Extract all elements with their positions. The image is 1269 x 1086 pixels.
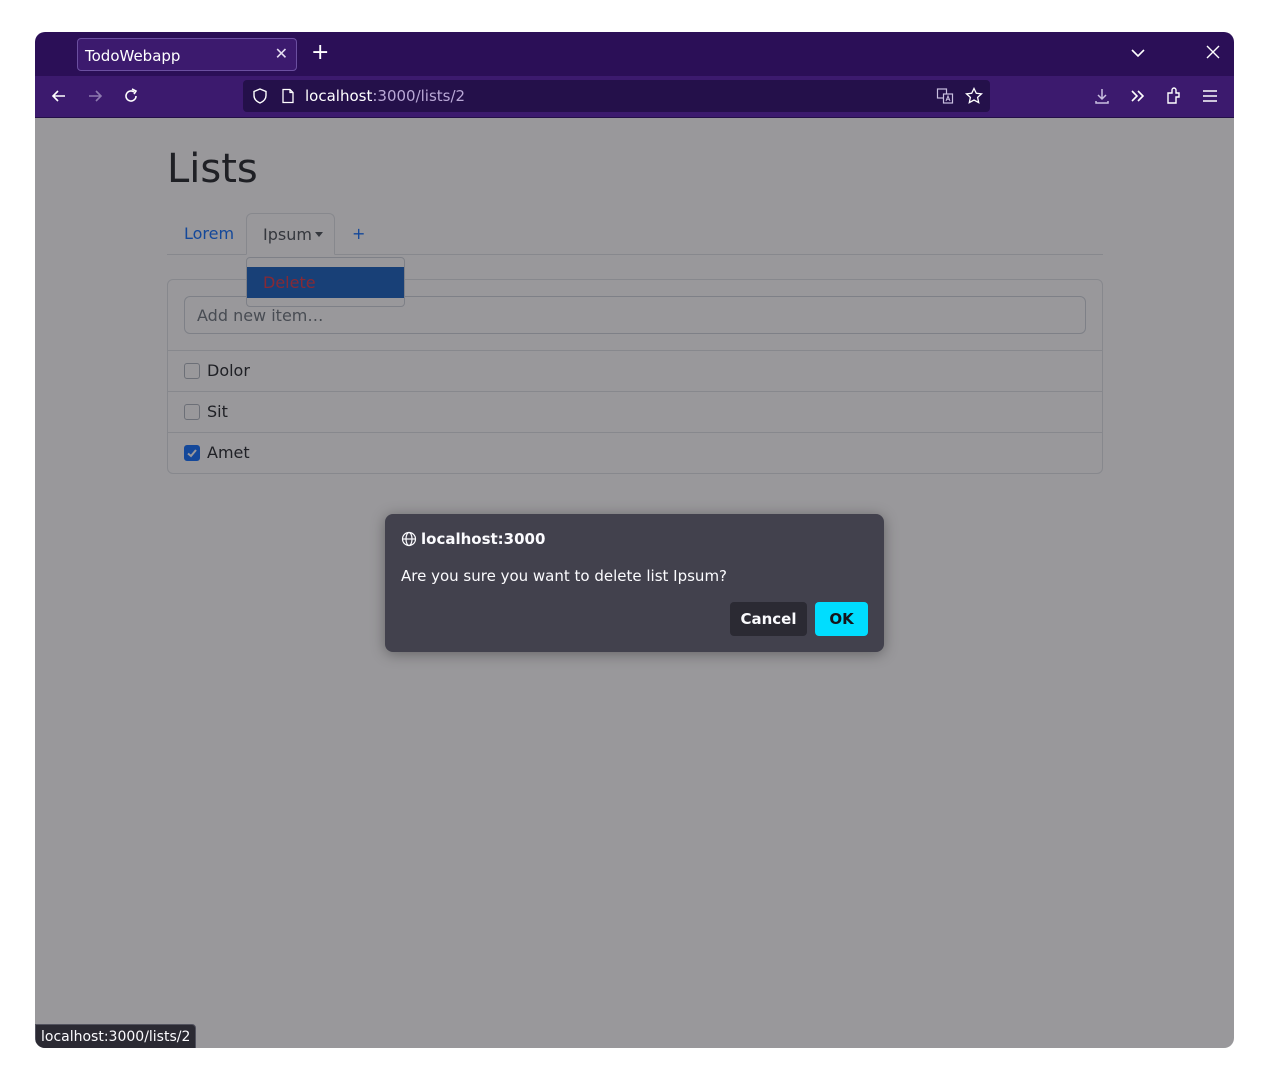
tab-strip: TodoWebapp ✕ + [35, 32, 1234, 76]
shield-icon[interactable] [251, 87, 269, 105]
ok-button[interactable]: OK [815, 602, 868, 636]
close-tab-icon[interactable]: ✕ [275, 44, 288, 63]
reload-icon[interactable] [121, 86, 141, 106]
url-host: localhost [305, 87, 373, 105]
download-icon[interactable] [1092, 86, 1112, 106]
url-bar[interactable]: localhost:3000/lists/2 [243, 80, 990, 112]
hamburger-menu-icon[interactable] [1200, 86, 1220, 106]
url-path: :3000/lists/2 [372, 87, 466, 105]
browser-window: TodoWebapp ✕ + localhost:3000/lists/2 Li… [35, 32, 1234, 1048]
dialog-origin: localhost:3000 [421, 530, 546, 548]
globe-icon [401, 531, 417, 547]
cancel-button[interactable]: Cancel [730, 602, 807, 636]
overflow-chevrons-icon[interactable] [1128, 86, 1148, 106]
url-text[interactable]: localhost:3000/lists/2 [305, 87, 465, 105]
back-arrow-icon[interactable] [49, 86, 69, 106]
status-url-bar: localhost:3000/lists/2 [35, 1024, 197, 1048]
close-window-icon[interactable] [1205, 44, 1221, 60]
dialog-message: Are you sure you want to delete list Ips… [401, 567, 728, 585]
chevron-down-icon[interactable] [1129, 44, 1147, 62]
forward-arrow-icon[interactable] [85, 86, 105, 106]
browser-tab[interactable]: TodoWebapp ✕ [77, 38, 297, 71]
page-icon[interactable] [280, 88, 296, 104]
browser-tab-title: TodoWebapp [85, 47, 181, 65]
confirm-dialog: localhost:3000 Are you sure you want to … [385, 514, 884, 652]
new-tab-button[interactable]: + [311, 40, 329, 66]
translate-icon[interactable] [936, 87, 954, 105]
extensions-icon[interactable] [1164, 86, 1184, 106]
star-bookmark-icon[interactable] [964, 86, 984, 106]
navigation-toolbar: localhost:3000/lists/2 [35, 76, 1234, 118]
